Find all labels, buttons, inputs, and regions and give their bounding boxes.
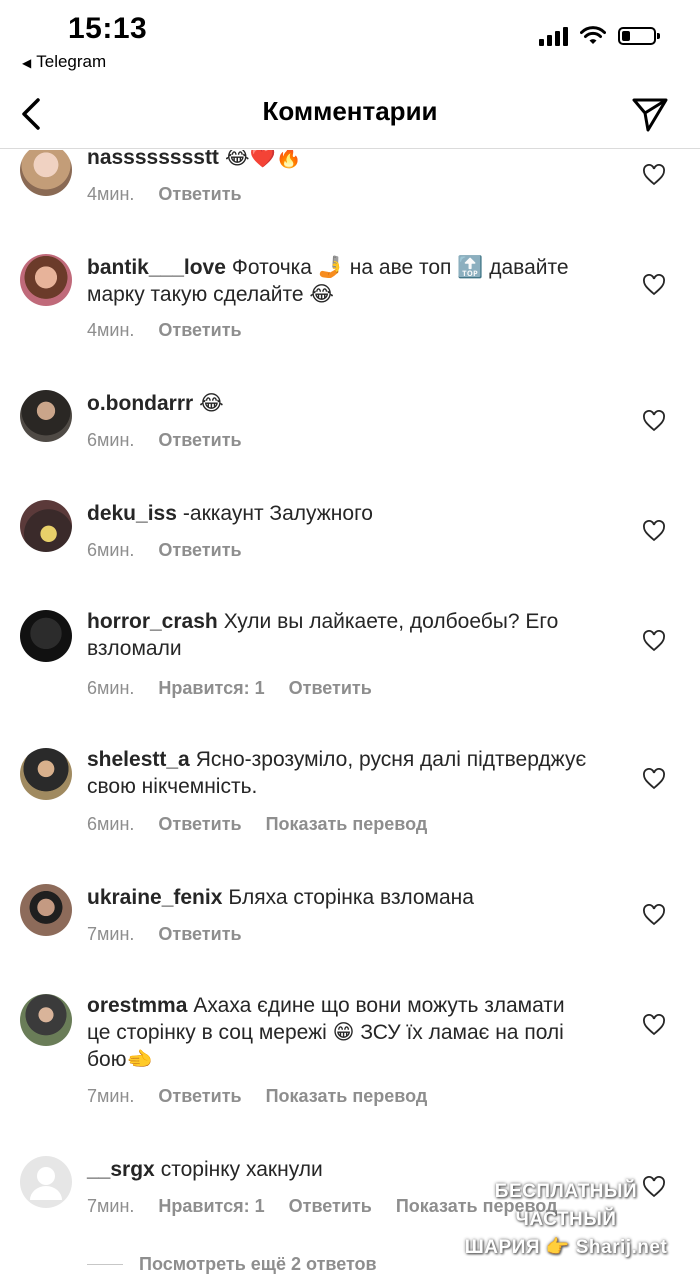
wifi-icon	[580, 26, 606, 44]
comment-time: 7мин.	[87, 1196, 135, 1216]
comment-time: 6мин.	[87, 814, 135, 834]
comment-text: o.bondarrr 😂	[87, 390, 587, 417]
comment-username[interactable]: orestmma	[87, 994, 187, 1017]
back-app-label: Telegram	[36, 52, 107, 71]
avatar[interactable]	[20, 610, 72, 662]
avatar[interactable]	[20, 748, 72, 800]
comment-text: ukraine_fenix Бляха сторінка взломана	[87, 884, 587, 911]
default-avatar-icon	[30, 1167, 62, 1200]
view-more-replies-label: Посмотреть ещё 2 ответов	[139, 1254, 377, 1274]
comment-username[interactable]: nasssssssstt	[87, 150, 219, 169]
system-icons	[539, 26, 660, 46]
heart-icon[interactable]	[642, 520, 666, 542]
comment-time: 4мин.	[87, 184, 135, 204]
heart-icon[interactable]	[642, 768, 666, 790]
page-title: Комментарии	[262, 96, 438, 126]
comment-username[interactable]: shelestt_a	[87, 748, 190, 771]
comment-time: 7мин.	[87, 924, 135, 944]
comment-body: -аккаунт Залужного	[182, 502, 373, 525]
share-button[interactable]	[630, 94, 670, 134]
comment-username[interactable]: bantik___love	[87, 256, 226, 279]
comments-list: nasssssssstt 😂❤️🔥 4мин. Ответить bantik___…	[0, 150, 700, 1280]
comment-time: 4мин.	[87, 320, 135, 340]
avatar[interactable]	[20, 390, 72, 442]
likes-count[interactable]: Нравится: 1	[158, 1196, 264, 1216]
avatar[interactable]	[20, 1156, 72, 1208]
reply-button[interactable]: Ответить	[158, 184, 241, 204]
comment-text: horror_crash Хули вы лайкаете, долбоебы? …	[87, 608, 587, 662]
header: Комментарии	[0, 80, 700, 149]
comment-time: 6мин.	[87, 678, 135, 698]
comment-username[interactable]: __srgx	[87, 1158, 155, 1181]
reply-button[interactable]: Ответить	[158, 924, 241, 944]
comment-meta: 4мин. Ответить	[87, 320, 266, 341]
comment-time: 7мин.	[87, 1086, 135, 1106]
heart-icon[interactable]	[642, 630, 666, 652]
comment-username[interactable]: deku_iss	[87, 502, 177, 525]
comment-meta: 6мин. Ответить Показать перевод	[87, 814, 451, 835]
comment-text: bantik___love Фоточка 🤳 на аве топ 🔝 дава…	[87, 254, 587, 308]
comment-meta: 6мин. Ответить	[87, 430, 266, 451]
comment-username[interactable]: horror_crash	[87, 610, 218, 633]
heart-icon[interactable]	[642, 1014, 666, 1036]
reply-button[interactable]: Ответить	[158, 1086, 241, 1106]
comment-meta: 7мин. Ответить Показать перевод	[87, 1086, 451, 1107]
comment-time: 6мин.	[87, 430, 135, 450]
watermark: БЕСПЛАТНЫЙ ЧАСТНЫЙ ШАРИЯ 👉 Sharij.net	[446, 1178, 686, 1262]
reply-button[interactable]: Ответить	[289, 1196, 372, 1216]
clock: 15:13	[68, 12, 148, 45]
comment-text: nasssssssstt 😂❤️🔥	[87, 150, 587, 171]
comment-meta: 6мин. Ответить	[87, 540, 266, 561]
comment-meta: 6мин. Нравится: 1 Ответить	[87, 678, 396, 699]
comment-username[interactable]: ukraine_fenix	[87, 886, 222, 909]
comment-body: сторінку хакнули	[160, 1158, 323, 1181]
view-more-replies-button[interactable]: Посмотреть ещё 2 ответов	[87, 1254, 377, 1275]
comment-meta: 7мин. Ответить	[87, 924, 266, 945]
comment-body: 😂❤️🔥	[224, 150, 302, 169]
avatar[interactable]	[20, 994, 72, 1046]
reply-button[interactable]: Ответить	[289, 678, 372, 698]
status-bar: 15:13 ◀ Telegram	[0, 0, 700, 80]
avatar[interactable]	[20, 254, 72, 306]
comment-text: deku_iss -аккаунт Залужного	[87, 500, 587, 527]
comment-text: orestmma Ахаха єдине що вони можуть злама…	[87, 992, 587, 1073]
translate-button[interactable]: Показать перевод	[266, 1086, 428, 1106]
heart-icon[interactable]	[642, 274, 666, 296]
signal-icon	[539, 26, 568, 46]
avatar[interactable]	[20, 150, 72, 196]
back-triangle-icon: ◀	[22, 56, 32, 70]
avatar[interactable]	[20, 884, 72, 936]
avatar[interactable]	[20, 500, 72, 552]
comment-text: shelestt_a Ясно-зрозуміло, русня далі під…	[87, 746, 587, 800]
reply-button[interactable]: Ответить	[158, 430, 241, 450]
comment-meta: 4мин. Ответить	[87, 184, 266, 205]
comment-time: 6мин.	[87, 540, 135, 560]
comment-username[interactable]: o.bondarrr	[87, 392, 193, 415]
reply-button[interactable]: Ответить	[158, 540, 241, 560]
comment-body: 😂	[199, 392, 224, 415]
back-to-app-link[interactable]: ◀ Telegram	[22, 52, 106, 72]
heart-icon[interactable]	[642, 904, 666, 926]
reply-button[interactable]: Ответить	[158, 814, 241, 834]
watermark-line1: БЕСПЛАТНЫЙ ЧАСТНЫЙ	[494, 1181, 638, 1230]
translate-button[interactable]: Показать перевод	[266, 814, 428, 834]
watermark-line2: ШАРИЯ 👉 Sharij.net	[464, 1237, 668, 1258]
heart-icon[interactable]	[642, 164, 666, 186]
battery-icon	[618, 27, 660, 45]
likes-count[interactable]: Нравится: 1	[158, 678, 264, 698]
comment-body: Бляха сторінка взломана	[228, 886, 474, 909]
reply-button[interactable]: Ответить	[158, 320, 241, 340]
divider	[87, 1264, 123, 1265]
heart-icon[interactable]	[642, 410, 666, 432]
paper-plane-icon	[632, 98, 668, 132]
